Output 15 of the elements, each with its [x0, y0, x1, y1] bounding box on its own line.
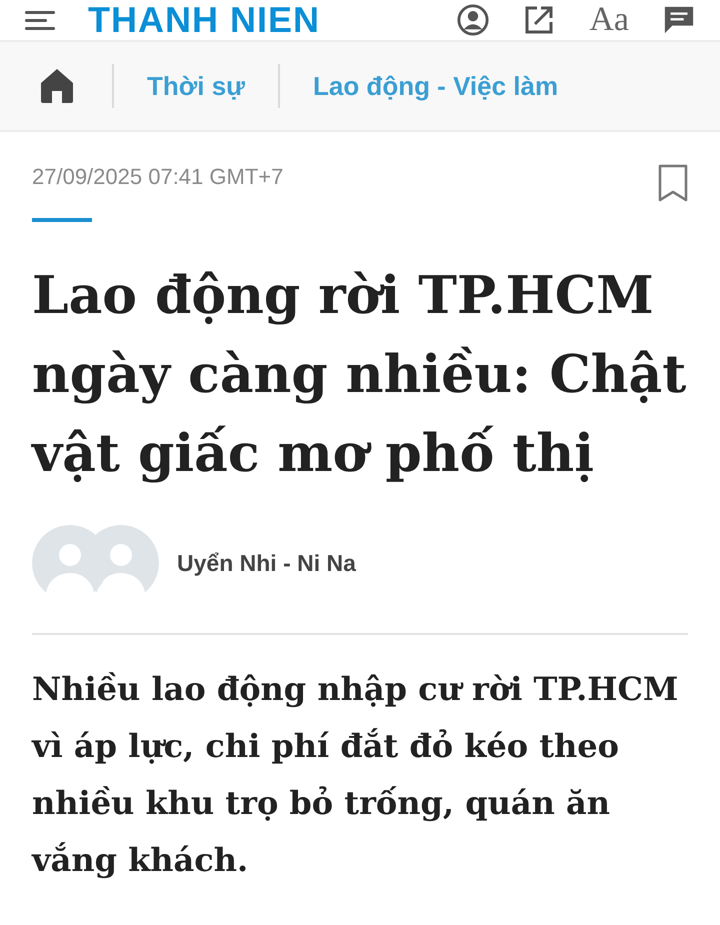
- breadcrumb-link[interactable]: Lao động - Việc làm: [312, 70, 558, 102]
- bookmark-icon[interactable]: [658, 164, 688, 202]
- publish-date: 27/09/2025 07:41 GMT+7: [32, 164, 284, 190]
- menu-icon[interactable]: [25, 9, 55, 31]
- site-logo[interactable]: THANH NIEN: [88, 3, 320, 37]
- author-name[interactable]: Uyển Nhi - Ni Na: [177, 550, 356, 576]
- font-size-button[interactable]: Aa: [589, 3, 629, 37]
- accent-bar: [32, 218, 92, 222]
- breadcrumb-link[interactable]: Thời sự: [147, 70, 245, 102]
- user-icon[interactable]: [457, 4, 490, 36]
- home-icon[interactable]: [40, 68, 74, 104]
- article-title: Lao động rời TP.HCM ngày càng nhiều: Chật vật giấc mơ phố thị: [32, 264, 688, 486]
- share-icon[interactable]: [523, 4, 556, 36]
- comment-icon[interactable]: [663, 4, 695, 36]
- article-summary: Nhiều lao động nhập cư rời TP.HCM vì áp lực, chi phí đắt đỏ kéo theo nhiều khu trọ bỏ trống, quán ăn vắng khách.: [32, 669, 680, 881]
